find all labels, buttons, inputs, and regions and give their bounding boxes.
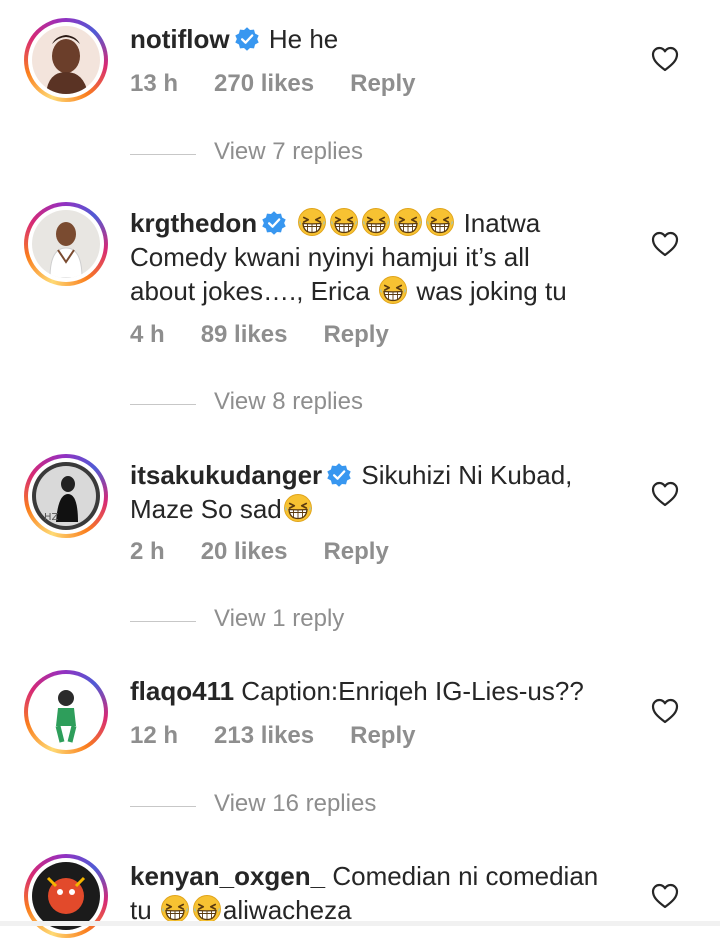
avatar[interactable]	[32, 210, 100, 278]
heart-icon[interactable]	[651, 46, 679, 72]
laughing-emoji	[393, 207, 423, 237]
laughing-emoji	[297, 207, 327, 237]
laughing-emoji	[192, 894, 222, 924]
avatar[interactable]	[32, 862, 100, 930]
bottom-divider	[0, 921, 720, 926]
story-ring[interactable]	[24, 670, 108, 754]
verified-badge-icon	[261, 210, 287, 236]
reply-button[interactable]: Reply	[323, 538, 388, 565]
divider-line	[130, 154, 196, 155]
verified-badge-icon	[234, 26, 260, 52]
comment-time: 12 h	[130, 722, 179, 749]
divider-line	[130, 404, 196, 405]
view-replies-label[interactable]: View 1 reply	[214, 605, 344, 633]
comment-text: He he	[268, 24, 339, 54]
comment-text: Caption:Enriqeh IG-Lies-us??	[241, 676, 584, 706]
reply-button[interactable]: Reply	[323, 321, 388, 348]
heart-icon[interactable]	[651, 481, 679, 507]
comment-username[interactable]: flaqo411	[130, 676, 234, 706]
avatar[interactable]	[32, 678, 100, 746]
story-ring[interactable]	[24, 202, 108, 286]
divider-line	[130, 621, 196, 622]
comment-likes[interactable]: 213 likes	[214, 722, 314, 749]
verified-badge-icon	[326, 462, 352, 488]
laughing-emoji	[160, 894, 190, 924]
reply-button[interactable]: Reply	[350, 70, 415, 97]
story-ring[interactable]: HZ	[24, 454, 108, 538]
laughing-emoji	[361, 207, 391, 237]
heart-icon[interactable]	[651, 883, 679, 909]
view-replies-label[interactable]: View 8 replies	[214, 388, 363, 416]
comment-text: was joking tu	[416, 276, 567, 306]
comment-username[interactable]: krgthedon	[130, 208, 257, 238]
comment-text: Maze So sad	[130, 494, 282, 524]
avatar[interactable]	[32, 26, 100, 94]
comment-text: Comedy kwani nyinyi hamjui it’s all	[130, 242, 530, 272]
comment-text: Comedian ni comedian	[332, 861, 599, 891]
reply-button[interactable]: Reply	[350, 722, 415, 749]
heart-icon[interactable]	[651, 231, 679, 257]
comment-likes[interactable]: 20 likes	[201, 538, 288, 565]
comment-time: 4 h	[130, 321, 165, 348]
comment-text: Sikuhizi Ni Kubad,	[361, 460, 573, 490]
comment-text: about jokes…., Erica	[130, 276, 370, 306]
laughing-emoji	[329, 207, 359, 237]
laughing-emoji	[378, 275, 408, 305]
comment-time: 2 h	[130, 538, 165, 565]
avatar[interactable]: HZ	[32, 462, 100, 530]
heart-icon[interactable]	[651, 698, 679, 724]
divider-line	[130, 806, 196, 807]
comment-time: 13 h	[130, 70, 179, 97]
comment-likes[interactable]: 270 likes	[214, 70, 314, 97]
story-ring[interactable]	[24, 18, 108, 102]
laughing-emoji	[283, 493, 313, 523]
view-replies-label[interactable]: View 16 replies	[214, 790, 376, 818]
laughing-emoji	[425, 207, 455, 237]
view-replies-label[interactable]: View 7 replies	[214, 138, 363, 166]
comment-username[interactable]: itsakukudanger	[130, 460, 322, 490]
comment-username[interactable]: kenyan_oxgen_	[130, 861, 325, 891]
comment-likes[interactable]: 89 likes	[201, 321, 288, 348]
comment-text: Inatwa	[463, 208, 541, 238]
comment-username[interactable]: notiflow	[130, 24, 230, 54]
svg-text:HZ: HZ	[44, 512, 59, 523]
